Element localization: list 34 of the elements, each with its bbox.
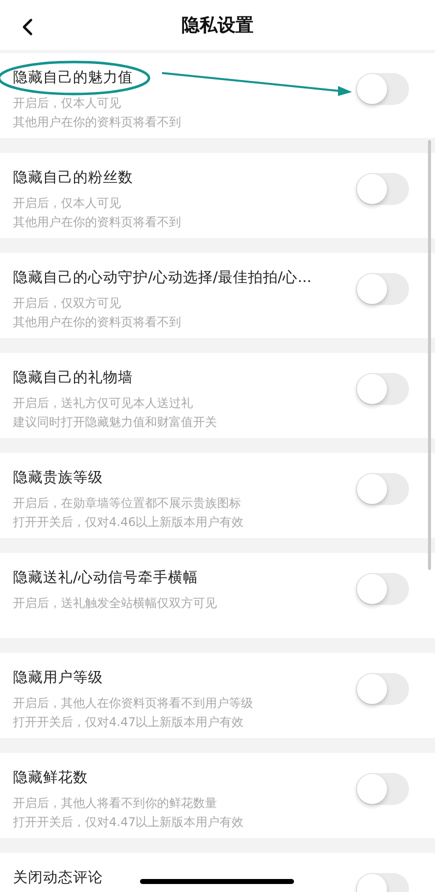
setting-title: 隐藏鲜花数 (13, 770, 88, 786)
setting-description: 打开开关后，仅对4.46以上新版本用户有效 (13, 514, 244, 531)
toggle-switch[interactable] (356, 773, 409, 805)
setting-description: 打开开关后，仅对4.47以上新版本用户有效 (13, 714, 244, 731)
toggle-switch[interactable] (356, 73, 409, 105)
setting-description: 开启后，仅本人可见 (13, 95, 121, 112)
setting-description: 开启后，送礼方仅可见本人送过礼 (13, 395, 193, 412)
setting-title: 隐藏自己的心动守护/心动选择/最佳拍拍/心... (13, 270, 312, 286)
back-icon[interactable] (21, 18, 33, 36)
setting-title: 隐藏自己的礼物墙 (13, 370, 133, 386)
toggle-switch[interactable] (356, 173, 409, 205)
toggle-switch[interactable] (356, 273, 409, 305)
page-title: 隐私设置 (182, 14, 254, 37)
toggle-switch[interactable] (356, 573, 409, 605)
setting-description: 其他用户在你的资料页将看不到 (13, 114, 181, 131)
setting-description: 开启后，仅双方可见 (13, 295, 121, 312)
setting-title: 隐藏自己的魅力值 (13, 70, 133, 86)
setting-description: 开启后，仅本人可见 (13, 195, 121, 212)
setting-title: 隐藏贵族等级 (13, 470, 103, 486)
setting-description: 其他用户在你的资料页将看不到 (13, 214, 181, 231)
setting-description: 打开开关后，仅对4.47以上新版本用户有效 (13, 814, 244, 831)
setting-description: 开启后，在勋章墙等位置都不展示贵族图标 (13, 495, 241, 512)
setting-description: 开启后，送礼触发全站横幅仅双方可见 (13, 595, 217, 612)
setting-description: 建议同时打开隐藏魅力值和财富值开关 (13, 414, 217, 431)
setting-title: 隐藏自己的粉丝数 (13, 170, 133, 186)
toggle-switch[interactable] (356, 673, 409, 705)
setting-title: 隐藏送礼/心动信号牵手横幅 (13, 570, 198, 586)
setting-description: 开启后，其他人将看不到你的鲜花数量 (13, 795, 217, 812)
setting-title: 隐藏用户等级 (13, 670, 103, 686)
setting-title: 关闭动态评论 (13, 870, 103, 886)
toggle-switch[interactable] (356, 373, 409, 405)
toggle-switch[interactable] (356, 473, 409, 505)
setting-description: 开启后，其他人在你资料页将看不到用户等级 (13, 695, 253, 712)
setting-description: 其他用户在你的资料页将看不到 (13, 314, 181, 331)
